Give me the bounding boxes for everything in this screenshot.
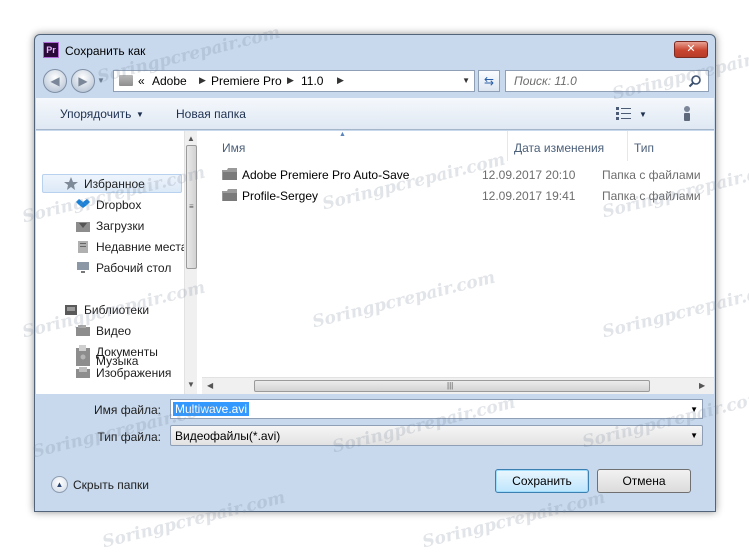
filetype-dropdown-icon[interactable]: ▼ xyxy=(690,431,698,440)
breadcrumb-adobe[interactable]: Adobe xyxy=(152,74,187,88)
horizontal-scroll-thumb[interactable]: ||| xyxy=(254,380,650,392)
address-dropdown-icon[interactable]: ▼ xyxy=(462,76,470,85)
dropbox-icon xyxy=(76,199,90,208)
search-placeholder: Поиск: 11.0 xyxy=(514,74,577,88)
breadcrumb-premiere-pro[interactable]: Premiere Pro xyxy=(211,74,282,88)
file-name: Adobe Premiere Pro Auto-Save xyxy=(242,168,410,182)
forward-button[interactable]: ▶ xyxy=(71,69,95,93)
recent-places-icon xyxy=(78,241,88,253)
title-bar[interactable]: Pr Сохранить как ✕ xyxy=(35,35,715,65)
collapse-up-icon: ▲ xyxy=(51,476,68,493)
sidebar-item-label: Недавние места xyxy=(96,240,188,254)
refresh-icon: ⇆ xyxy=(483,74,495,88)
filename-dropdown-icon[interactable]: ▼ xyxy=(690,405,698,414)
breadcrumb-11[interactable]: 11.0 xyxy=(301,74,323,88)
file-list: ▲ Имя Дата изменения Тип Adobe Premiere … xyxy=(202,131,714,394)
grip-icon: ≡ xyxy=(189,202,194,211)
table-row[interactable]: Profile-Sergey 12.09.2017 19:41 Папка с … xyxy=(202,186,712,206)
forward-arrow-icon: ▶ xyxy=(78,74,88,88)
close-button[interactable]: ✕ xyxy=(674,41,708,58)
filename-label: Имя файла: xyxy=(94,403,161,417)
sidebar-scroll-thumb[interactable]: ≡ xyxy=(186,145,197,269)
file-list-horizontal-scrollbar[interactable]: ◀ ||| ▶ xyxy=(202,377,714,394)
search-icon[interactable] xyxy=(688,74,702,88)
filetype-select[interactable]: Видеофайлы(*.avi) ▼ xyxy=(170,425,703,446)
sidebar-scrollbar[interactable]: ▲ ≡ ▼ xyxy=(184,131,197,394)
sidebar-item-label: Избранное xyxy=(84,177,145,191)
column-header-name[interactable]: Имя xyxy=(202,131,507,161)
view-dropdown-icon[interactable]: ▼ xyxy=(639,110,647,119)
filename-value: Multiwave.avi xyxy=(173,402,250,416)
premiere-pro-app-icon: Pr xyxy=(43,42,59,58)
breadcrumb-chevron-icon[interactable]: ▶ xyxy=(287,75,294,86)
sidebar-item-label: Загрузки xyxy=(96,219,145,233)
organize-dropdown-icon[interactable]: ▼ xyxy=(136,110,144,119)
breadcrumb-chevron-icon[interactable]: ▶ xyxy=(199,75,206,86)
hide-folders-label: Скрыть папки xyxy=(73,478,149,492)
column-header-label: Имя xyxy=(222,141,246,155)
folder-icon xyxy=(119,75,133,86)
table-row[interactable]: Adobe Premiere Pro Auto-Save 12.09.2017 … xyxy=(202,165,712,185)
scroll-right-icon[interactable]: ▶ xyxy=(699,381,705,390)
sidebar-item-label: Dropbox xyxy=(96,198,142,212)
recent-pages-dropdown[interactable]: ▼ xyxy=(97,76,105,85)
folder-icon xyxy=(222,189,237,201)
music-library-icon xyxy=(76,354,90,366)
sidebar-item-label: Видео xyxy=(96,324,132,338)
sidebar-item-label: Изображения xyxy=(96,366,172,380)
filetype-label: Тип файла: xyxy=(97,430,161,444)
command-toolbar: Упорядочить ▼ Новая папка ▼ xyxy=(36,98,714,130)
scroll-up-icon[interactable]: ▲ xyxy=(187,134,195,143)
sidebar-item-label: Рабочий стол xyxy=(96,261,172,275)
file-type: Папка с файлами xyxy=(602,168,701,182)
column-header-label: Дата изменения xyxy=(514,141,605,155)
address-bar[interactable]: « Adobe ▶ Premiere Pro ▶ 11.0 ▶ ▼ xyxy=(113,70,475,92)
folder-icon xyxy=(222,168,237,180)
scroll-down-icon[interactable]: ▼ xyxy=(187,380,195,389)
libraries-icon xyxy=(65,305,77,315)
cancel-button[interactable]: Отмена xyxy=(597,469,691,493)
filetype-value: Видеофайлы(*.avi) xyxy=(175,429,281,443)
breadcrumb-chevron-icon[interactable]: ▶ xyxy=(337,75,344,86)
filename-input[interactable]: Multiwave.avi ▼ xyxy=(170,399,703,419)
refresh-button[interactable]: ⇆ xyxy=(478,70,500,92)
sidebar-item-label: Библиотеки xyxy=(84,303,150,317)
favorites-star-icon xyxy=(64,177,78,190)
grip-icon: ||| xyxy=(447,381,454,390)
column-header-date[interactable]: Дата изменения xyxy=(508,131,627,161)
view-options-icon[interactable] xyxy=(616,107,632,120)
file-date: 12.09.2017 20:10 xyxy=(482,168,576,182)
file-name: Profile-Sergey xyxy=(242,189,319,203)
dialog-title: Сохранить как xyxy=(65,44,146,58)
column-header-type[interactable]: Тип xyxy=(628,131,712,161)
desktop-icon xyxy=(77,262,89,273)
organize-button[interactable]: Упорядочить xyxy=(60,107,131,121)
column-header-label: Тип xyxy=(634,141,655,155)
new-folder-button[interactable]: Новая папка xyxy=(176,107,246,121)
back-button[interactable]: ◀ xyxy=(43,69,67,93)
help-icon[interactable] xyxy=(679,104,695,122)
back-arrow-icon: ◀ xyxy=(50,74,60,88)
scroll-left-icon[interactable]: ◀ xyxy=(207,381,213,390)
pictures-library-icon xyxy=(76,367,90,378)
search-input[interactable]: Поиск: 11.0 xyxy=(505,70,709,92)
breadcrumb-overflow[interactable]: « xyxy=(138,74,145,88)
save-button[interactable]: Сохранить xyxy=(495,469,589,493)
file-date: 12.09.2017 19:41 xyxy=(482,189,576,203)
sidebar-item-label: Музыка xyxy=(96,354,139,368)
downloads-icon xyxy=(76,222,90,232)
file-type: Папка с файлами xyxy=(602,189,701,203)
save-as-dialog: Pr Сохранить как ✕ ◀ ▶ ▼ « Adobe ▶ Premi… xyxy=(34,34,716,512)
video-library-icon xyxy=(76,325,90,336)
